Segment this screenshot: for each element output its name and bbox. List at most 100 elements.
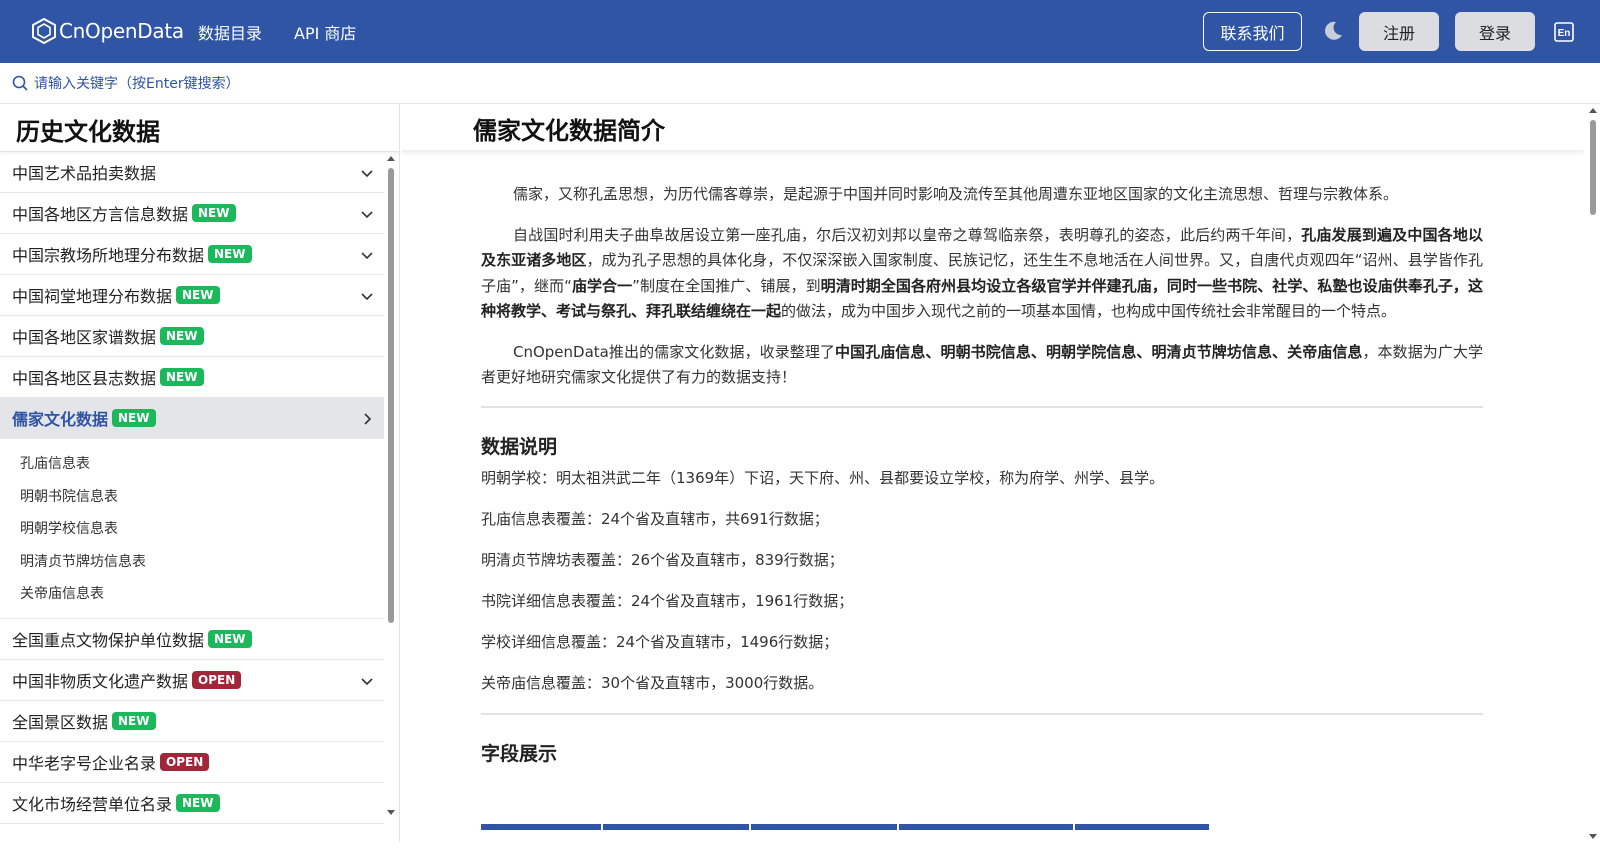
sidebar-item-label: 中国各地区县志数据 xyxy=(12,369,157,388)
status-badge: NEW xyxy=(112,409,156,427)
sidebar-item-label: 中国艺术品拍卖数据 xyxy=(12,164,157,183)
chevron-right-icon[interactable] xyxy=(360,412,374,426)
sidebar-item[interactable]: 中国各地区方言信息数据 NEW xyxy=(0,193,384,234)
sidebar-item-label: 中国宗教场所地理分布数据 xyxy=(12,246,205,265)
login-button[interactable]: 登录 xyxy=(1455,12,1535,51)
search-icon xyxy=(12,75,28,91)
moon-icon[interactable] xyxy=(1322,20,1344,42)
table-header-cell xyxy=(1075,824,1209,830)
sidebar-item[interactable]: 儒家文化数据 NEW xyxy=(0,398,384,439)
sidebar-item[interactable]: 中国各地区家谱数据 NEW xyxy=(0,316,384,357)
intro-paragraph-1: 儒家，又称孔孟思想，为历代儒客尊崇，是起源于中国并同时影响及流传至其他周遭东亚地… xyxy=(513,185,1399,203)
table-header-cell xyxy=(603,824,749,830)
sidebar-subitem[interactable]: 明朝书院信息表 xyxy=(0,480,384,513)
text-segment: CnOpenData推出的儒家文化数据，收录整理了 xyxy=(513,342,835,361)
main-header: 儒家文化数据简介 xyxy=(401,104,1584,150)
sidebar-submenu: 孔庙信息表 明朝书院信息表 明朝学校信息表 明清贞节牌坊信息表 关帝庙信息表 xyxy=(0,439,384,619)
sidebar-item-label: 全国景区数据 xyxy=(12,712,109,732)
data-description-list: 明朝学校：明太祖洪武二年（1369年）下诏，天下府、州、县都要设立学校，称为府学… xyxy=(481,467,1483,713)
sidebar-item[interactable]: 全国景区数据 NEW xyxy=(0,701,384,742)
sidebar-item[interactable]: 中华老字号企业名录 OPEN xyxy=(0,742,384,783)
table-header-cell xyxy=(751,824,897,830)
sidebar-item-label: 中国非物质文化遗产数据 xyxy=(12,671,189,691)
main-content: 儒家文化数据简介 儒家，又称孔孟思想，为历代儒客尊崇，是起源于中国并同时影响及流… xyxy=(401,104,1584,842)
sidebar: 历史文化数据 中国艺术品拍卖数据 中国各地区方言信息数据 NEW 中国宗教场所地理分布… xyxy=(0,104,400,842)
chevron-down-icon[interactable] xyxy=(360,289,374,303)
main-scroll-up-arrow-icon[interactable] xyxy=(1589,108,1597,113)
text-segment: 的做法，成为中国步入现代之前的一项基本国情，也构成中国传统社会非常醒目的一个特点… xyxy=(781,302,1397,320)
status-badge: NEW xyxy=(160,368,204,386)
sidebar-scrollbar-thumb[interactable] xyxy=(388,168,394,623)
sidebar-item[interactable]: 中国宗教场所地理分布数据 NEW xyxy=(0,234,384,275)
sidebar-item[interactable]: 中国非物质文化遗产数据 OPEN xyxy=(0,660,384,701)
sidebar-item[interactable]: 中国艺术品拍卖数据 xyxy=(0,152,384,193)
register-button[interactable]: 注册 xyxy=(1359,12,1439,51)
top-navbar: CnOpenData 数据目录 API 商店 联系我们 注册 登录 En xyxy=(0,0,1600,63)
logo-text: CnOpenData xyxy=(59,19,184,43)
sidebar-item[interactable]: 文化市场经营单位名录 NEW xyxy=(0,783,384,824)
sidebar-subitem[interactable]: 孔庙信息表 xyxy=(0,447,384,480)
chevron-down-icon[interactable] xyxy=(360,248,374,262)
language-switch-icon[interactable]: En xyxy=(1554,22,1574,42)
highlighted-text: 中国孔庙信息、明朝书院信息、明朝学院信息、明清贞节牌坊信息、关帝庙信息 xyxy=(835,342,1363,361)
intro-paragraph-2: 自战国时利用夫子曲阜故居设立第一座孔庙，尔后汉初刘邦以皇帝之尊驾临亲祭，表明尊孔… xyxy=(481,223,1483,325)
sidebar-menu: 中国艺术品拍卖数据 中国各地区方言信息数据 NEW 中国宗教场所地理分布数据 NEW 中国… xyxy=(0,152,384,824)
sidebar-item[interactable]: 中国祠堂地理分布数据 NEW xyxy=(0,275,384,316)
article: 儒家，又称孔孟思想，为历代儒客尊崇，是起源于中国并同时影响及流传至其他周遭东亚地… xyxy=(481,182,1483,774)
sidebar-item[interactable]: 全国重点文物保护单位数据 NEW xyxy=(0,619,384,660)
sidebar-item-label: 儒家文化数据 xyxy=(12,410,109,429)
sidebar-title: 历史文化数据 xyxy=(16,118,160,146)
data-description-line: 书院详细信息表覆盖：24个省及直辖市，1961行数据； xyxy=(481,591,854,610)
chevron-down-icon[interactable] xyxy=(360,674,374,688)
table-header-cell xyxy=(899,824,1073,830)
text-segment: 自战国时利用夫子曲阜故居设立第一座孔庙，尔后汉初刘邦以皇帝之尊驾临亲祭，表明尊孔… xyxy=(513,225,1302,244)
divider xyxy=(481,405,1483,408)
data-description-line: 学校详细信息覆盖：24个省及直辖市，1496行数据； xyxy=(481,632,839,651)
sidebar-subitem[interactable]: 明清贞节牌坊信息表 xyxy=(0,545,384,578)
language-switch-label: En xyxy=(1558,28,1571,39)
data-description-line: 明清贞节牌坊表覆盖：26个省及直辖市，839行数据； xyxy=(481,550,844,569)
data-description-line: 明朝学校：明太祖洪武二年（1369年）下诏，天下府、州、县都要设立学校，称为府学… xyxy=(481,468,1165,487)
divider xyxy=(481,712,1483,715)
logo[interactable]: CnOpenData xyxy=(32,16,184,46)
sidebar-item-label: 全国重点文物保护单位数据 xyxy=(12,630,205,650)
scroll-down-arrow-icon[interactable] xyxy=(387,810,395,815)
main-scroll-down-arrow-icon[interactable] xyxy=(1589,834,1597,839)
status-badge: NEW xyxy=(176,793,220,812)
data-description-heading: 数据说明 xyxy=(481,435,558,458)
sidebar-item[interactable]: 中国各地区县志数据 NEW xyxy=(0,357,384,398)
status-badge: NEW xyxy=(176,286,220,304)
data-description-line: 关帝庙信息覆盖：30个省及直辖市，3000行数据。 xyxy=(481,673,824,692)
intro-paragraph-3: CnOpenData推出的儒家文化数据，收录整理了中国孔庙信息、明朝书院信息、明… xyxy=(481,340,1483,391)
contact-us-button[interactable]: 联系我们 xyxy=(1203,12,1302,51)
sidebar-header: 历史文化数据 xyxy=(0,104,399,152)
fields-heading: 字段展示 xyxy=(481,742,558,765)
status-badge: OPEN xyxy=(160,752,210,771)
sidebar-item-label: 中华老字号企业名录 xyxy=(12,753,157,773)
sidebar-item-label: 中国祠堂地理分布数据 xyxy=(12,287,173,306)
status-badge: NEW xyxy=(160,327,204,345)
nav-api-store[interactable]: API 商店 xyxy=(294,20,356,44)
sidebar-subitem[interactable]: 关帝庙信息表 xyxy=(0,577,384,610)
fields-table-header xyxy=(481,824,1211,830)
status-badge: NEW xyxy=(208,629,252,648)
sidebar-item-label: 中国各地区家谱数据 xyxy=(12,328,157,347)
hexagon-logo-icon xyxy=(32,18,56,44)
main-scrollbar-thumb[interactable] xyxy=(1590,120,1596,215)
scroll-up-arrow-icon[interactable] xyxy=(387,156,395,161)
text-segment: ”制度在全国推广、铺展，到 xyxy=(632,276,821,295)
chevron-down-icon[interactable] xyxy=(360,207,374,221)
search-input[interactable] xyxy=(34,73,434,95)
sidebar-item-label: 文化市场经营单位名录 xyxy=(12,794,173,814)
data-description-line: 孔庙信息表覆盖：24个省及直辖市，共691行数据； xyxy=(481,509,829,528)
search-bar xyxy=(0,63,1600,104)
status-badge: NEW xyxy=(208,245,252,263)
status-badge: NEW xyxy=(192,204,236,222)
sidebar-subitem[interactable]: 明朝学校信息表 xyxy=(0,512,384,545)
chevron-down-icon[interactable] xyxy=(360,166,374,180)
status-badge: OPEN xyxy=(192,670,242,689)
status-badge: NEW xyxy=(112,711,156,730)
sidebar-item-label: 中国各地区方言信息数据 xyxy=(12,205,189,224)
page-title: 儒家文化数据简介 xyxy=(473,117,665,145)
nav-data-catalog[interactable]: 数据目录 xyxy=(198,20,262,44)
